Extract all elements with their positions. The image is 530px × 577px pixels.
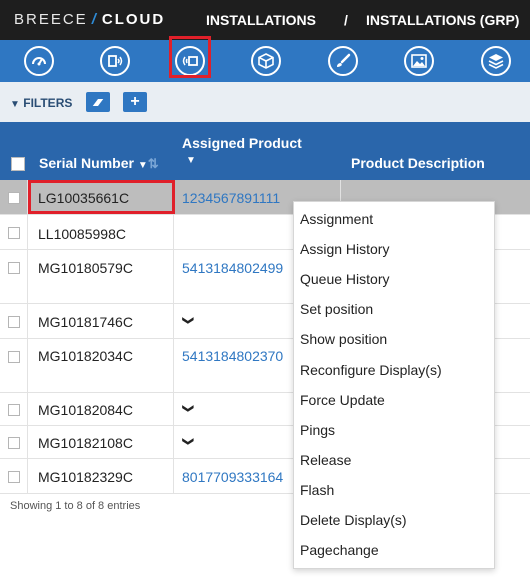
select-all-checkbox[interactable]	[11, 157, 25, 171]
chevron-down-icon[interactable]: ❯	[182, 316, 195, 325]
product-link[interactable]: 5413184802499	[182, 260, 283, 276]
layers-icon[interactable]	[481, 46, 511, 76]
menu-item-reconfigure-displays[interactable]: Reconfigure Display(s)	[300, 362, 442, 378]
column-product-description[interactable]: Product Description	[351, 155, 485, 171]
column-divider	[173, 304, 174, 338]
product-link[interactable]: 5413184802370	[182, 348, 283, 364]
menu-item-show-position[interactable]: Show position	[300, 331, 387, 347]
column-divider	[27, 426, 28, 458]
filters-label: FILTERS	[23, 96, 73, 110]
image-icon[interactable]	[404, 46, 434, 76]
serial-cell: MG10180579C	[38, 260, 133, 276]
row-checkbox[interactable]	[8, 437, 20, 449]
sort-icon[interactable]: ⇅	[148, 156, 159, 171]
context-menu: Assignment Assign History Queue History …	[293, 201, 495, 569]
brand-logo[interactable]: BREECE / CLOUD	[14, 11, 165, 28]
menu-item-assign-history[interactable]: Assign History	[300, 241, 389, 257]
column-divider	[173, 339, 174, 392]
column-divider	[27, 339, 28, 392]
serial-cell: MG10182108C	[38, 435, 133, 451]
table-info: Showing 1 to 8 of 8 entries	[10, 500, 141, 512]
column-divider	[173, 426, 174, 458]
menu-item-queue-history[interactable]: Queue History	[300, 271, 389, 287]
column-serial-number[interactable]: Serial Number ▼⇅	[39, 155, 159, 172]
product-link[interactable]: 8017709333164	[182, 469, 283, 485]
column-divider	[27, 459, 28, 493]
brush-icon[interactable]	[328, 46, 358, 76]
brand-left: BREECE	[14, 11, 88, 28]
chevron-down-icon[interactable]: ❯	[182, 437, 195, 446]
eraser-button[interactable]	[86, 92, 110, 112]
filter-icon: ▼	[10, 99, 20, 110]
serial-number-header: Serial Number	[39, 155, 134, 171]
menu-item-release[interactable]: Release	[300, 452, 351, 468]
filter-icon[interactable]: ▼	[186, 155, 196, 166]
column-divider	[27, 393, 28, 425]
menu-item-assignment[interactable]: Assignment	[300, 211, 373, 227]
row-checkbox[interactable]	[8, 227, 20, 239]
toolbar-highlight-box	[169, 36, 211, 78]
row-checkbox[interactable]	[8, 404, 20, 416]
serial-highlight-box	[28, 180, 175, 214]
brand-right: CLOUD	[101, 11, 166, 28]
serial-cell: MG10182084C	[38, 402, 133, 418]
serial-cell: MG10182034C	[38, 348, 133, 364]
column-divider	[173, 250, 174, 303]
menu-item-pings[interactable]: Pings	[300, 422, 335, 438]
column-divider	[173, 215, 174, 249]
product-link[interactable]: 1234567891111	[182, 190, 280, 206]
column-divider	[173, 393, 174, 425]
column-divider	[27, 250, 28, 303]
row-checkbox[interactable]	[8, 316, 20, 328]
plus-icon: +	[130, 93, 140, 110]
column-divider	[27, 304, 28, 338]
box-icon[interactable]	[251, 46, 281, 76]
row-checkbox[interactable]	[8, 262, 20, 274]
serial-cell: LL10085998C	[38, 226, 126, 242]
filter-bar: ▼ FILTERS +	[0, 82, 530, 122]
filter-icon[interactable]: ▼	[138, 160, 148, 171]
row-checkbox[interactable]	[8, 351, 20, 363]
menu-item-flash[interactable]: Flash	[300, 482, 334, 498]
menu-item-force-update[interactable]: Force Update	[300, 392, 385, 408]
icon-toolbar	[0, 40, 530, 82]
menu-item-delete-displays[interactable]: Delete Display(s)	[300, 512, 407, 528]
eraser-icon	[92, 98, 104, 106]
column-assigned-product[interactable]: Assigned Product	[182, 135, 302, 151]
breadcrumb-installations-grp: INSTALLATIONS (GRP)	[366, 12, 520, 28]
display-signal-icon[interactable]	[100, 46, 130, 76]
menu-item-pagechange[interactable]: Pagechange	[300, 542, 379, 558]
row-checkbox[interactable]	[8, 192, 20, 204]
add-filter-button[interactable]: +	[123, 92, 147, 112]
dashboard-icon[interactable]	[24, 46, 54, 76]
serial-cell: MG10182329C	[38, 469, 133, 485]
serial-cell: MG10181746C	[38, 314, 133, 330]
top-header: BREECE / CLOUD INSTALLATIONS / INSTALLATIO…	[0, 0, 530, 40]
breadcrumb-installations[interactable]: INSTALLATIONS	[206, 12, 316, 28]
menu-item-set-position[interactable]: Set position	[300, 301, 373, 317]
assigned-product-header: Assigned Product	[182, 135, 302, 151]
brand-slash: /	[91, 11, 98, 28]
table-header: Serial Number ▼⇅ Assigned Product ▼ Prod…	[0, 122, 530, 180]
column-divider	[27, 215, 28, 249]
chevron-down-icon[interactable]: ❯	[182, 404, 195, 413]
row-checkbox[interactable]	[8, 471, 20, 483]
filters-button[interactable]: ▼ FILTERS	[10, 96, 72, 110]
breadcrumb-separator: /	[344, 12, 348, 28]
column-divider	[173, 459, 174, 493]
